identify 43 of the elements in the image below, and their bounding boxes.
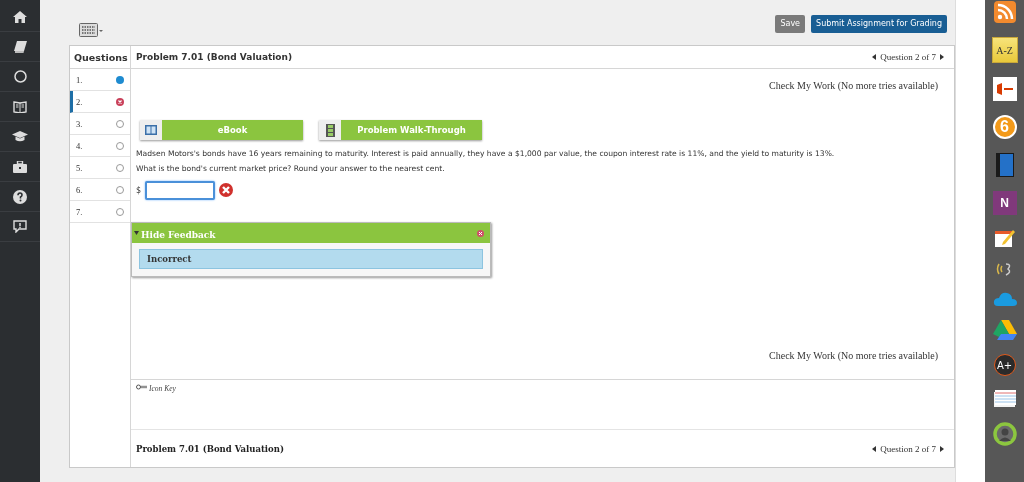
question-counter: Question 2 of 7 [880, 443, 936, 454]
graduation-cap-icon[interactable] [12, 131, 28, 142]
check-my-work-status: Check My Work (No more tries available) [769, 349, 938, 363]
question-item[interactable]: 3. [70, 113, 130, 135]
dictionary-app-icon[interactable]: A-Z [991, 37, 1018, 63]
drive-icon[interactable] [992, 320, 1017, 340]
question-item[interactable]: 6. [70, 179, 130, 201]
home-icon[interactable] [13, 10, 27, 23]
keyboard-icon[interactable] [79, 22, 103, 37]
onenote-app-icon[interactable]: N [992, 191, 1017, 215]
profile-ring-icon[interactable] [992, 422, 1017, 446]
office-app-icon[interactable] [992, 77, 1017, 101]
help-icon[interactable] [13, 189, 27, 204]
feedback-icon[interactable] [13, 220, 27, 233]
question-item[interactable]: 4. [70, 135, 130, 157]
answer-field[interactable] [145, 180, 216, 200]
close-icon[interactable] [477, 229, 484, 237]
next-icon[interactable] [940, 54, 944, 60]
check-my-work-status: Check My Work (No more tries available) [769, 79, 938, 93]
key-icon [136, 384, 147, 390]
rss-icon[interactable] [993, 1, 1016, 23]
question-item[interactable]: 7. [70, 201, 130, 223]
next-icon[interactable] [940, 445, 944, 452]
feedback-title: Hide Feedback [141, 229, 216, 240]
question-item[interactable]: 1. [70, 69, 130, 91]
open-book-icon[interactable] [13, 100, 27, 113]
question-item[interactable]: 2. [70, 91, 130, 113]
feedback-result: Incorrect [139, 249, 483, 269]
problem-title: Problem 7.01 (Bond Valuation) [136, 443, 284, 454]
previous-icon[interactable] [872, 54, 877, 60]
briefcase-icon[interactable] [13, 160, 27, 173]
grade-app-icon[interactable]: A+ [993, 354, 1016, 376]
submit-button[interactable]: Submit Assignment for Grading [811, 14, 947, 33]
previous-icon[interactable] [872, 445, 877, 452]
currency-symbol: $ [136, 185, 142, 195]
question-counter: Question 2 of 7 [880, 52, 936, 62]
film-icon [325, 123, 335, 137]
questions-header: Questions [70, 46, 130, 69]
notepad-pencil-icon[interactable] [994, 229, 1015, 247]
problem-title: Problem 7.01 (Bond Valuation) [136, 52, 293, 62]
save-button[interactable]: Save [775, 14, 806, 33]
question-item[interactable]: 5. [70, 157, 130, 179]
index-cards-icon[interactable] [993, 390, 1016, 408]
